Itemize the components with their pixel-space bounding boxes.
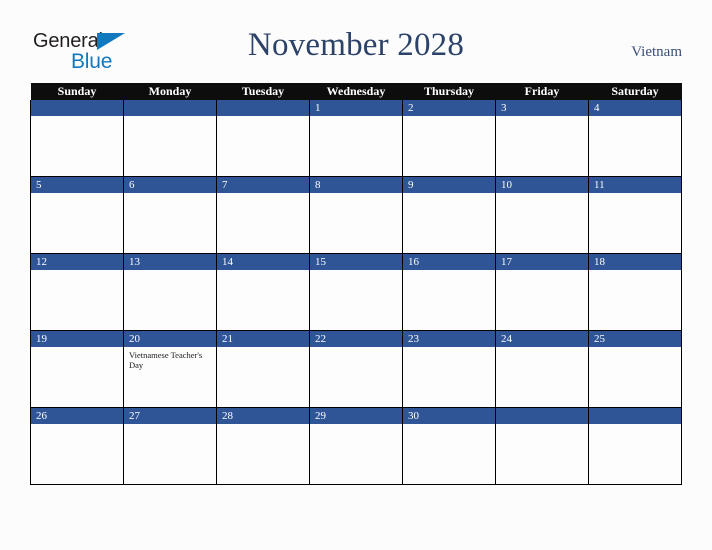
calendar-day-cell-25[interactable]: 25: [588, 330, 682, 408]
day-number: 14: [217, 254, 309, 270]
day-number: 18: [589, 254, 681, 270]
day-number: 23: [403, 331, 495, 347]
page-title: November 2028: [247, 27, 465, 63]
country-label: Vietnam: [631, 44, 682, 60]
calendar-day-cell-5[interactable]: 5: [30, 176, 124, 254]
day-number: 9: [403, 177, 495, 193]
calendar-body: 1 2 3 4 5 6 7 8 9 10 11 12 13 14 15 16 17 18 19 20 Vietnames…: [30, 100, 682, 485]
day-number: 4: [589, 100, 681, 116]
calendar-day-cell-29[interactable]: 29: [309, 407, 403, 485]
calendar-week-row: 26 27 28 29 30: [30, 407, 682, 485]
day-number: 2: [403, 100, 495, 116]
calendar-day-cell-7[interactable]: 7: [216, 176, 310, 254]
day-number: 16: [403, 254, 495, 270]
day-number: 24: [496, 331, 588, 347]
calendar-day-cell-2[interactable]: 2: [402, 100, 496, 177]
day-number: 29: [310, 408, 402, 424]
day-number: 12: [31, 254, 123, 270]
weekday-header-sunday: Sunday: [30, 83, 124, 100]
day-number: 13: [124, 254, 216, 270]
calendar-day-cell-30[interactable]: 30: [402, 407, 496, 485]
weekday-header-wednesday: Wednesday: [309, 83, 403, 100]
day-number: 17: [496, 254, 588, 270]
day-number: 19: [31, 331, 123, 347]
day-number: 10: [496, 177, 588, 193]
day-number: 25: [589, 331, 681, 347]
day-number: 7: [217, 177, 309, 193]
weekday-header-tuesday: Tuesday: [216, 83, 310, 100]
day-number: [124, 100, 216, 116]
page-header: General Blue November 2028 Vietnam: [0, 0, 712, 83]
calendar-empty-cell: [495, 407, 589, 485]
day-number: 11: [589, 177, 681, 193]
day-number: [496, 408, 588, 424]
calendar-day-cell-22[interactable]: 22: [309, 330, 403, 408]
day-number: 27: [124, 408, 216, 424]
day-number: [217, 100, 309, 116]
calendar-day-cell-21[interactable]: 21: [216, 330, 310, 408]
weekday-header-friday: Friday: [495, 83, 589, 100]
day-number: 26: [31, 408, 123, 424]
calendar-week-row: 5 6 7 8 9 10 11: [30, 176, 682, 254]
calendar-day-cell-10[interactable]: 10: [495, 176, 589, 254]
day-number: 15: [310, 254, 402, 270]
calendar-day-cell-6[interactable]: 6: [123, 176, 217, 254]
day-events: Vietnamese Teacher's Day: [124, 347, 216, 370]
day-number: 20: [124, 331, 216, 347]
weekday-header-row: Sunday Monday Tuesday Wednesday Thursday Frid…: [30, 83, 682, 100]
day-number: 8: [310, 177, 402, 193]
calendar-day-cell-19[interactable]: 19: [30, 330, 124, 408]
calendar-day-cell-15[interactable]: 15: [309, 253, 403, 331]
calendar-empty-cell: [30, 100, 124, 177]
calendar-day-cell-11[interactable]: 11: [588, 176, 682, 254]
calendar-week-row: 1234: [30, 100, 682, 177]
day-number: 22: [310, 331, 402, 347]
calendar-day-cell-12[interactable]: 12: [30, 253, 124, 331]
weekday-header-saturday: Saturday: [588, 83, 682, 100]
day-number: 30: [403, 408, 495, 424]
calendar-day-cell-13[interactable]: 13: [123, 253, 217, 331]
calendar-empty-cell: [216, 100, 310, 177]
day-number: 28: [217, 408, 309, 424]
event-label: Vietnamese Teacher's Day: [129, 350, 203, 370]
calendar-day-cell-23[interactable]: 23: [402, 330, 496, 408]
calendar-day-cell-14[interactable]: 14: [216, 253, 310, 331]
day-number: 21: [217, 331, 309, 347]
calendar-day-cell-1[interactable]: 1: [309, 100, 403, 177]
calendar-day-cell-9[interactable]: 9: [402, 176, 496, 254]
day-number: 3: [496, 100, 588, 116]
calendar-day-cell-20[interactable]: 20 Vietnamese Teacher's Day: [123, 330, 217, 408]
day-number: 5: [31, 177, 123, 193]
calendar-day-cell-16[interactable]: 16: [402, 253, 496, 331]
calendar-empty-cell: [123, 100, 217, 177]
calendar-empty-cell: [588, 407, 682, 485]
calendar-day-cell-28[interactable]: 28: [216, 407, 310, 485]
calendar-day-cell-24[interactable]: 24: [495, 330, 589, 408]
day-number: 1: [310, 100, 402, 116]
calendar-day-cell-17[interactable]: 17: [495, 253, 589, 331]
calendar-day-cell-8[interactable]: 8: [309, 176, 403, 254]
day-number: [589, 408, 681, 424]
weekday-header-thursday: Thursday: [402, 83, 496, 100]
calendar-day-cell-18[interactable]: 18: [588, 253, 682, 331]
calendar-week-row: 19 20 Vietnamese Teacher's Day 21 22 23 24 25: [30, 330, 682, 408]
calendar-day-cell-3[interactable]: 3: [495, 100, 589, 177]
calendar-grid: Sunday Monday Tuesday Wednesday Thursday Frid…: [30, 83, 682, 485]
weekday-header-monday: Monday: [123, 83, 217, 100]
calendar-day-cell-26[interactable]: 26: [30, 407, 124, 485]
calendar-week-row: 12 13 14 15 16 17 18: [30, 253, 682, 331]
calendar-day-cell-4[interactable]: 4: [588, 100, 682, 177]
calendar-day-cell-27[interactable]: 27: [123, 407, 217, 485]
day-number: 6: [124, 177, 216, 193]
day-number: [31, 100, 123, 116]
